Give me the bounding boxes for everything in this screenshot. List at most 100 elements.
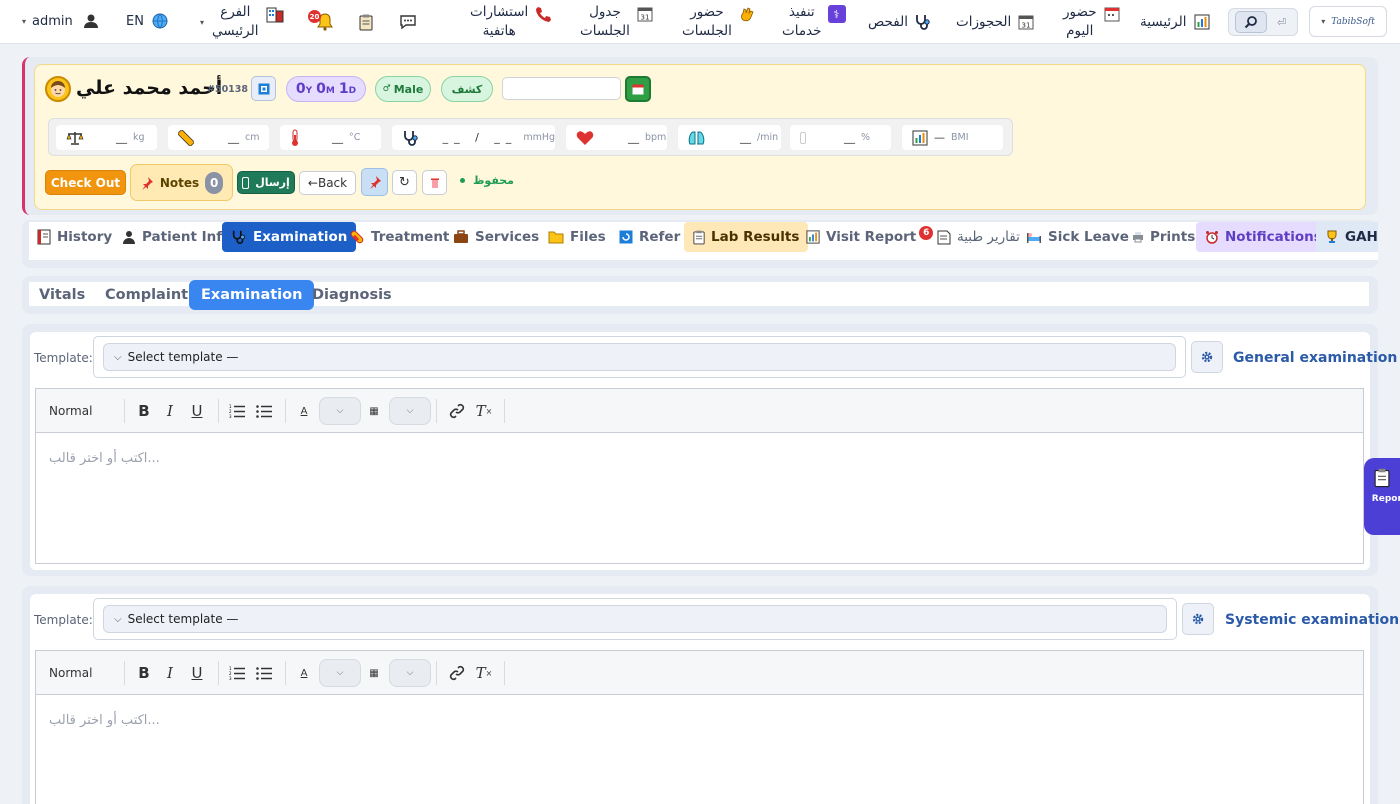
calendar-button[interactable] [625,76,651,102]
checkout-button[interactable]: Check Out [45,170,126,195]
trash-icon [430,178,439,188]
subtab-vitals[interactable]: Vitals [27,280,97,310]
side-report-button[interactable]: Report [1364,458,1400,535]
link-icon[interactable] [447,401,467,421]
toolbar-divider [436,661,437,685]
ruler-icon [178,129,194,146]
vital-pulse[interactable]: __ bpm [566,125,667,150]
language-selector[interactable]: EN [126,13,168,29]
tab-examination[interactable]: Examination [222,222,357,252]
logo-button[interactable]: ▾ TabibSoft [1309,6,1387,37]
trophy-icon [1325,230,1339,244]
template-settings-button[interactable] [1191,341,1223,373]
nav-today-attendance[interactable]: حضور اليوم [1063,0,1121,44]
format-dropdown[interactable]: Normal [49,404,92,418]
nav-examination[interactable]: الفحص [868,0,932,44]
vital-spo2[interactable]: __ % [790,125,891,150]
tab-gaha[interactable]: GAHA [1316,222,1378,252]
tab-medical-reports[interactable]: تقارير طبية [931,222,1026,252]
ordered-list-icon[interactable]: 123 [227,663,247,683]
template-select[interactable]: ⌵ Select template — [103,343,1176,371]
bullet-list-icon[interactable] [254,663,274,683]
tab-services[interactable]: Services [447,222,545,252]
nav-bookings[interactable]: الحجوزات 31 [956,0,1035,44]
bar-chart-icon [806,230,820,244]
bold-icon[interactable]: B [134,401,154,421]
tab-sick-leave[interactable]: Sick Leave [1020,222,1135,252]
search-icon[interactable] [1235,11,1267,33]
chat-icon[interactable] [398,13,418,31]
visit-date-input[interactable] [502,77,621,100]
italic-icon[interactable]: I [160,401,180,421]
tab-patient-info[interactable]: Patient Info [116,222,237,252]
hand-icon [738,5,756,23]
highlight-icon[interactable]: ▦ [364,401,384,421]
vital-blood-pressure[interactable]: __ / __ mmHg [392,125,555,150]
vital-blood-pressure-unit: mmHg [523,132,555,143]
clear-format-icon[interactable]: T × [474,401,494,421]
template-settings-button[interactable] [1182,603,1214,635]
refresh-button[interactable]: ↻ [392,170,417,195]
format-dropdown[interactable]: Normal [49,666,92,680]
vital-temperature-unit: °C [349,132,361,143]
tab-refer[interactable]: Refer [613,222,686,252]
text-color-icon[interactable]: A [294,401,314,421]
tab-notifications[interactable]: Notifications [1196,222,1331,252]
bullet-list-icon[interactable] [254,401,274,421]
nav-home[interactable]: الرئيسية [1140,0,1211,44]
send-button[interactable]: إرسال [237,171,295,194]
clipboard-icon[interactable] [356,12,376,32]
subtab-diagnosis[interactable]: Diagnosis [300,280,404,310]
tab-visit-report[interactable]: Visit Report 6 [800,222,939,252]
notes-button[interactable]: Notes 0 [130,164,233,201]
search-toggle[interactable]: ⏎ [1228,8,1298,36]
clear-format-icon[interactable]: T × [474,663,494,683]
nav-execute-services[interactable]: تنفيذ خدمات ⚕ [782,0,846,44]
vital-temperature[interactable]: __ °C [280,125,381,150]
vital-height[interactable]: __ cm [168,125,269,150]
tab-history[interactable]: History [31,222,118,252]
vital-bmi: — BMI [902,125,1003,150]
bold-icon[interactable]: B [134,663,154,683]
tab-files[interactable]: Files [542,222,612,252]
branch-selector[interactable]: ▾ الفرع الرئيسي [200,0,284,44]
tab-lab-results[interactable]: Lab Results [684,222,809,252]
tab-label: Services [475,229,540,245]
thermometer-icon [290,129,300,147]
vital-spo2-unit: % [861,132,871,143]
patient-avatar [45,76,71,102]
nav-session-schedule[interactable]: جدول الجلسات 31 [580,0,654,44]
nav-session-attendance[interactable]: حضور الجلسات [682,0,756,44]
tab-label: Sick Leave [1048,229,1129,245]
back-button[interactable]: ←Back [299,171,356,195]
text-color-icon[interactable]: A [294,663,314,683]
tab-treatment[interactable]: Treatment [343,222,455,252]
underline-icon[interactable]: U [187,401,207,421]
visit-type-badge[interactable]: كشف [441,76,493,102]
notifications-bell[interactable]: 20 [308,10,336,34]
patient-qr-icon[interactable] [251,76,276,101]
ordered-list-icon[interactable]: 123 [227,401,247,421]
vital-weight[interactable]: __ kg [56,125,157,150]
highlight-dropdown[interactable]: ⌵ [389,397,431,425]
nav-phone-consultations[interactable]: استشارات هاتفية [470,0,552,44]
vital-respiration[interactable]: __ /min [678,125,781,150]
text-direction-icon[interactable]: ⏎ [1277,16,1286,29]
text-color-dropdown[interactable]: ⌵ [319,659,361,687]
link-icon[interactable] [447,663,467,683]
delete-button[interactable] [422,170,447,195]
pin-button[interactable] [361,168,388,196]
tab-prints[interactable]: Prints [1126,222,1201,252]
svg-text:3: 3 [229,414,232,418]
italic-icon[interactable]: I [160,663,180,683]
underline-icon[interactable]: U [187,663,207,683]
template-select[interactable]: ⌵ Select template — [103,605,1167,633]
text-color-dropdown[interactable]: ⌵ [319,397,361,425]
editor-placeholder[interactable]: ...اكتب أو اختر قالب [49,451,160,466]
highlight-icon[interactable]: ▦ [364,663,384,683]
subtab-examination[interactable]: Examination [189,280,315,310]
highlight-dropdown[interactable]: ⌵ [389,659,431,687]
subtab-complaint[interactable]: Complaint [93,280,200,310]
user-menu[interactable]: ▾ admin [22,13,99,29]
editor-placeholder[interactable]: ...اكتب أو اختر قالب [49,713,160,728]
